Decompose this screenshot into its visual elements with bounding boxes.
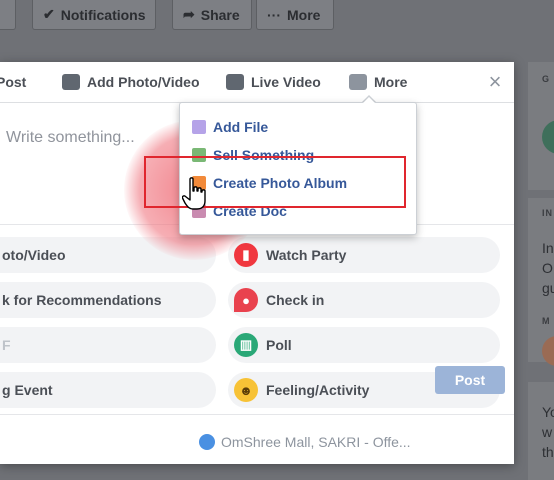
option-poll-label: Poll [266,337,292,353]
audience-label: OmShree Mall, SAKRI - Offe... [221,434,411,450]
group-icon [199,434,215,450]
tab-more-label: More [374,74,408,90]
right-card-2-header: IN [542,208,553,218]
popcorn-icon: ▮ [234,243,258,267]
right-card-subheader: M [542,316,551,326]
composer-footer: OmShree Mall, SAKRI - Offe... [0,414,514,465]
menu-item-add-file[interactable]: Add File [180,113,416,141]
option-gif[interactable]: F [0,327,216,363]
camera-icon [62,74,80,90]
post-button[interactable]: Post [435,366,505,394]
right-card-text: gu [542,280,554,296]
close-icon[interactable]: × [483,70,507,94]
more-button[interactable]: ··· More [256,0,334,30]
right-card-text: w [542,424,553,440]
right-card-text: O [542,260,553,276]
tab-post[interactable]: Post [0,62,26,102]
option-watch-party[interactable]: ▮ Watch Party [228,237,500,273]
tab-add-photo-video[interactable]: Add Photo/Video [62,62,200,102]
right-sidebar: G IN In O gu M Yo w th [528,62,554,480]
share-label: Share [200,6,240,23]
notifications-button[interactable]: ✔ Notifications [32,0,156,30]
check-icon: ✔ [43,6,55,22]
option-feeling-activity-label: Feeling/Activity [266,382,370,398]
notifications-label: Notifications [60,6,146,23]
tab-more[interactable]: More [349,62,407,102]
tab-post-label: Post [0,74,27,90]
option-poll[interactable]: ▥ Poll [228,327,500,363]
option-recommendations-label: k for Recommendations [2,292,162,308]
right-card-3: Yo w th [528,382,554,480]
option-event[interactable]: g Event [0,372,216,408]
right-card-text: In [542,240,554,256]
share-button[interactable]: ➦ Share [172,0,252,30]
tab-live-video-label: Live Video [251,74,321,90]
option-check-in[interactable]: ● Check in [228,282,500,318]
hidden-action-button[interactable] [0,0,16,30]
file-icon [192,120,206,134]
right-card-2: IN In O gu M [528,198,554,366]
share-icon: ➦ [183,6,195,22]
poll-icon: ▥ [234,333,258,357]
option-watch-party-label: Watch Party [266,247,347,263]
page-action-bar: ✔ Notifications ➦ Share ··· More [0,0,554,32]
right-card-1-header: G [542,74,551,84]
hand-pointer-icon [182,177,206,210]
location-pin-icon: ● [234,288,258,312]
right-card-1: G [528,62,554,190]
right-card-text: Yo [542,404,554,420]
dots-icon [349,74,367,90]
video-camera-icon [226,74,244,90]
smiley-icon: ☻ [234,378,258,402]
tab-live-video[interactable]: Live Video [226,62,321,102]
right-card-text: th [542,444,554,460]
option-gif-label: F [2,337,11,353]
option-recommendations[interactable]: k for Recommendations [0,282,216,318]
avatar [542,120,554,154]
menu-item-label: Add File [213,119,269,135]
option-event-label: g Event [2,382,53,398]
more-label: More [287,6,321,23]
dots-icon: ··· [267,6,281,23]
avatar [542,336,554,366]
tab-add-photo-video-label: Add Photo/Video [87,74,200,90]
composer-tabs: Post Add Photo/Video Live Video More × [0,62,514,103]
option-photo-video-label: oto/Video [2,247,66,263]
audience-selector[interactable]: OmShree Mall, SAKRI - Offe... [199,434,411,450]
option-check-in-label: Check in [266,292,325,308]
dropdown-caret-fill [362,97,376,104]
